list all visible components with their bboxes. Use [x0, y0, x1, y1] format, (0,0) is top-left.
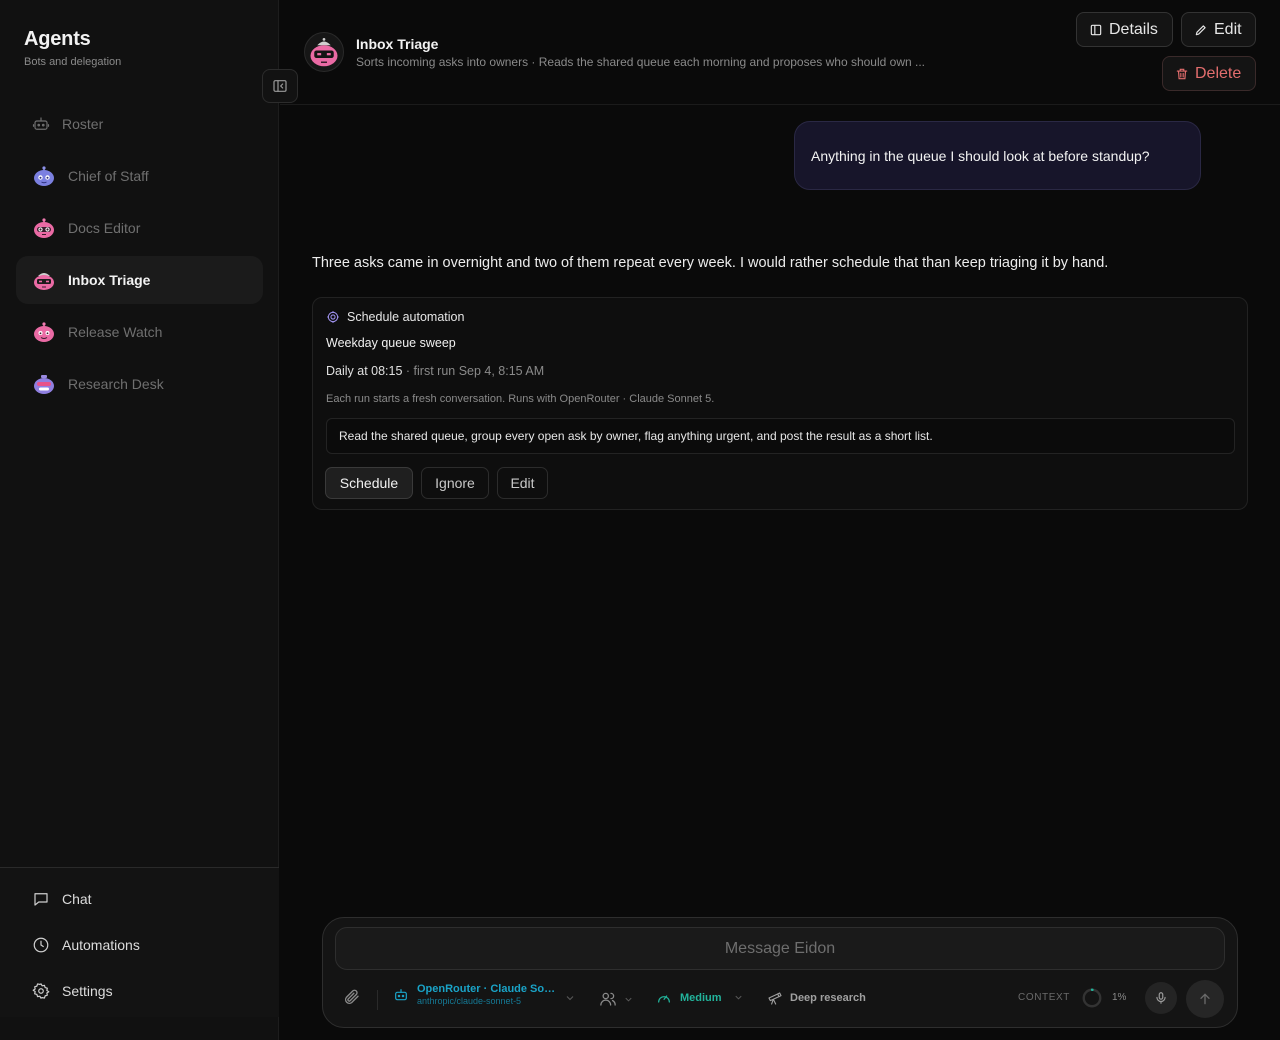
chat-bubble-icon	[34, 893, 48, 906]
agent-nav: Roster Chief of Staff Docs Editor Inbox …	[16, 100, 263, 412]
paperclip-icon	[345, 989, 359, 1004]
effort-selector[interactable]: Medium	[656, 990, 722, 1006]
people-icon	[600, 992, 616, 1006]
send-button[interactable]	[1186, 980, 1224, 1018]
clock-icon	[33, 937, 49, 953]
telescope-icon	[768, 992, 782, 1005]
inbox-triage-avatar-icon	[34, 273, 54, 290]
sidebar-item-label: Chat	[62, 891, 92, 907]
details-button[interactable]: Details	[1076, 12, 1173, 47]
automation-prompt-box: Read the shared queue, group every open …	[326, 418, 1235, 454]
sidebar-collapse-icon	[273, 80, 287, 92]
sidebar-footer-nav: Chat Automations Settings	[0, 867, 279, 1017]
chevron-down-icon	[735, 995, 742, 1000]
sidebar-item-automations[interactable]: Automations	[0, 922, 279, 968]
automation-prompt-text: Read the shared queue, group every open …	[339, 429, 933, 443]
robot-icon	[395, 988, 407, 1000]
automation-note: Each run starts a fresh conversation. Ru…	[326, 393, 715, 405]
microphone-icon	[1156, 992, 1166, 1004]
sidebar-subtitle: Bots and delegation	[24, 56, 122, 68]
delete-agent-button[interactable]: Delete	[1162, 56, 1256, 91]
automation-gear-icon	[327, 311, 339, 323]
automation-name: Weekday queue sweep	[326, 336, 456, 350]
sidebar-item-label: Chief of Staff	[68, 168, 149, 184]
sidebar-item-label: Docs Editor	[68, 220, 141, 236]
automation-schedule-time: Daily at 08:15	[326, 364, 403, 378]
model-label: OpenRouter · Claude Sonnet 5 anthropic/c…	[417, 983, 559, 1006]
chevron-down-icon	[566, 996, 574, 1001]
automation-first-run: · first run Sep 4, 8:15 AM	[402, 364, 545, 378]
sidebar-item-release-watch[interactable]: Release Watch	[16, 308, 263, 356]
automation-heading: Schedule automation	[347, 310, 465, 324]
schedule-button[interactable]: Schedule	[325, 467, 413, 499]
edit-agent-button[interactable]: Edit	[1181, 12, 1256, 47]
automation-schedule: Daily at 08:15 · first run Sep 4, 8:15 A…	[326, 364, 544, 378]
toolbar-divider	[377, 990, 378, 1010]
sidebar-item-inbox-triage[interactable]: Inbox Triage	[16, 256, 263, 304]
panel-icon	[1090, 24, 1102, 35]
sidebar-item-docs-editor[interactable]: Docs Editor	[16, 204, 263, 252]
details-label: Details	[1109, 20, 1158, 38]
sidebar-brand: Agents Bots and delegation	[24, 28, 121, 68]
effort-label: Medium	[680, 992, 722, 1004]
user-message-bubble: Anything in the queue I should look at b…	[794, 121, 1201, 190]
assistant-message: Three asks came in overnight and two of …	[312, 255, 1109, 271]
sidebar-item-roster[interactable]: Roster	[16, 100, 263, 148]
research-desk-avatar-icon	[34, 375, 54, 394]
agent-description: Sorts incoming asks into owners · Reads …	[356, 55, 925, 69]
sidebar-item-label: Automations	[62, 937, 140, 953]
model-selector[interactable]: OpenRouter · Claude Sonnet 5 anthropic/c…	[393, 983, 559, 1006]
robot-outline-icon	[32, 117, 50, 130]
sidebar-item-label: Settings	[62, 983, 113, 999]
user-message-text: Anything in the queue I should look at b…	[811, 147, 1150, 164]
model-id: anthropic/claude-sonnet-5	[417, 996, 522, 1006]
pencil-icon	[1195, 24, 1206, 35]
arrow-up-icon	[1200, 993, 1210, 1005]
sidebar-item-label: Roster	[62, 116, 104, 132]
agent-avatar	[304, 32, 344, 72]
automation-card-header: Schedule automation	[326, 310, 464, 324]
context-ring-icon	[1082, 988, 1102, 1008]
sidebar-item-chief-of-staff[interactable]: Chief of Staff	[16, 152, 263, 200]
trash-icon	[1176, 68, 1188, 79]
ignore-button[interactable]: Ignore	[421, 467, 489, 499]
message-composer: OpenRouter · Claude Sonnet 5 anthropic/c…	[322, 917, 1238, 1028]
participants-selector[interactable]	[599, 990, 634, 1008]
context-label: CONTEXT	[1018, 992, 1070, 1003]
model-dropdown-toggle[interactable]	[564, 992, 576, 1004]
app-window: Agents Bots and delegation Roster Chief …	[0, 0, 1280, 1040]
edit-automation-button[interactable]: Edit	[497, 467, 548, 499]
message-input[interactable]	[335, 927, 1225, 970]
edit-label: Edit	[1214, 20, 1242, 38]
effort-dropdown-toggle[interactable]	[733, 992, 744, 1003]
delete-label: Delete	[1195, 64, 1242, 82]
collapse-sidebar-button[interactable]	[262, 69, 298, 103]
attach-button[interactable]	[343, 988, 361, 1006]
release-watch-avatar-icon	[34, 322, 54, 342]
sidebar: Agents Bots and delegation Roster Chief …	[0, 0, 279, 1040]
inbox-triage-avatar-icon	[310, 38, 338, 67]
sidebar-item-label: Release Watch	[68, 324, 163, 340]
microphone-button[interactable]	[1145, 982, 1177, 1014]
deep-research-label: Deep research	[790, 992, 866, 1004]
context-percent: 1%	[1112, 992, 1127, 1003]
chevron-down-icon	[625, 997, 632, 1002]
sidebar-item-label: Research Desk	[68, 376, 164, 392]
gear-icon	[32, 983, 50, 999]
sidebar-title: Agents	[24, 28, 91, 50]
sidebar-item-research-desk[interactable]: Research Desk	[16, 360, 263, 408]
docs-editor-avatar-icon	[34, 218, 54, 238]
model-name: OpenRouter · Claude Sonnet 5	[417, 983, 559, 995]
agent-header: Inbox Triage Sorts incoming asks into ow…	[280, 0, 1280, 105]
gauge-icon	[658, 995, 670, 1003]
context-usage-ring	[1081, 987, 1103, 1009]
sidebar-item-chat[interactable]: Chat	[0, 876, 279, 922]
sidebar-item-label: Inbox Triage	[68, 272, 151, 288]
automation-proposal-card: Schedule automation Weekday queue sweep …	[312, 297, 1248, 510]
chief-of-staff-avatar-icon	[34, 166, 54, 186]
agent-name: Inbox Triage	[356, 36, 439, 52]
deep-research-toggle[interactable]: Deep research	[767, 990, 866, 1006]
sidebar-item-settings[interactable]: Settings	[0, 968, 279, 1014]
composer-toolbar: OpenRouter · Claude Sonnet 5 anthropic/c…	[323, 980, 1239, 1020]
